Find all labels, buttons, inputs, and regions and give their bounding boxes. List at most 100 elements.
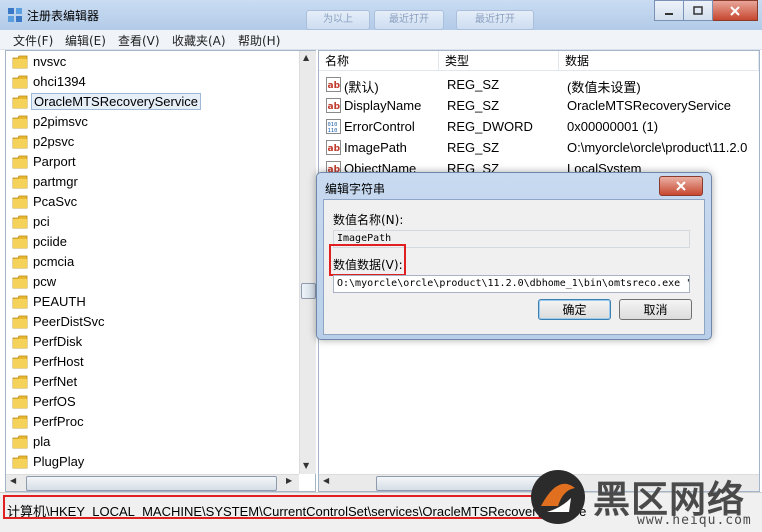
folder-icon: [12, 435, 28, 449]
tree-item-label: pla: [33, 434, 51, 449]
tree-item-label: nvsvc: [33, 54, 67, 69]
window-title: 注册表编辑器: [27, 9, 100, 23]
column-header-data[interactable]: 数据: [559, 51, 759, 71]
watermark: 黑区网络 www.heiqu.com: [525, 465, 762, 531]
watermark-logo-icon: [531, 470, 585, 524]
tree-item-label: p2psvc: [33, 134, 75, 149]
folder-icon: [12, 195, 28, 209]
tree-item[interactable]: pciide: [8, 232, 298, 252]
tree-item[interactable]: OracleMTSRecoveryService: [8, 92, 298, 112]
tree-item[interactable]: Parport: [8, 152, 298, 172]
value-data: OracleMTSRecoveryService: [567, 98, 731, 113]
tree-item[interactable]: pcmcia: [8, 252, 298, 272]
svg-text:ab: ab: [328, 81, 341, 91]
window-controls: [654, 0, 758, 21]
tree-item-label: Parport: [33, 154, 76, 169]
tree-item[interactable]: PerfProc: [8, 412, 298, 432]
tree-item[interactable]: partmgr: [8, 172, 298, 192]
tree-item[interactable]: PerfHost: [8, 352, 298, 372]
column-header-name[interactable]: 名称: [319, 51, 439, 71]
list-row[interactable]: 010 110 ErrorControl REG_DWORD 0x00000001 (1…: [319, 116, 759, 137]
value-name-label: 数值名称(N):: [333, 213, 404, 227]
value-data: (数值未设置): [567, 80, 641, 95]
scroll-left-icon[interactable]: ◀: [323, 476, 329, 485]
tree-hscroll-thumb[interactable]: [26, 476, 277, 491]
value-data: O:\myorcle\orcle\product\11.2.0: [567, 140, 748, 155]
folder-icon: [12, 455, 28, 469]
svg-text:110: 110: [328, 128, 338, 134]
ghost-button-3: 最近打开: [456, 10, 534, 30]
ok-button[interactable]: 确定: [538, 299, 611, 320]
maximize-icon: [693, 5, 703, 15]
close-button[interactable]: [713, 0, 758, 21]
value-data-input[interactable]: O:\myorcle\orcle\product\11.2.0\dbhome_1…: [333, 275, 690, 293]
folder-icon: [12, 295, 28, 309]
menu-edit[interactable]: 编辑(E): [65, 32, 106, 49]
menu-favorites[interactable]: 收藏夹(A): [172, 32, 226, 49]
scroll-up-icon[interactable]: ▲: [303, 53, 309, 62]
tree-item[interactable]: PerfNet: [8, 372, 298, 392]
registry-tree[interactable]: nvsvc ohci1394 OracleMTSRecoveryService p2p…: [5, 50, 316, 492]
string-value-icon: ab: [326, 140, 341, 155]
scroll-down-icon[interactable]: ▼: [303, 461, 309, 470]
ghost-button-1: 为以上: [306, 10, 370, 30]
tree-item-label: PEAUTH: [33, 294, 86, 309]
menu-help[interactable]: 帮助(H): [238, 32, 280, 49]
tree-item-label: PerfOS: [33, 394, 76, 409]
tree-item-label: pcmcia: [33, 254, 75, 269]
dialog-close-button[interactable]: [659, 176, 703, 196]
folder-icon: [12, 215, 28, 229]
tree-horizontal-scrollbar[interactable]: ◀ ▶: [6, 474, 299, 491]
list-row[interactable]: ab (默认) REG_SZ (数值未设置): [319, 74, 759, 95]
highlight-box-path: [3, 495, 566, 519]
tree-item-label: PerfDisk: [33, 334, 83, 349]
cancel-button[interactable]: 取消: [619, 299, 692, 320]
tree-item[interactable]: PEAUTH: [8, 292, 298, 312]
scroll-left-icon[interactable]: ◀: [10, 476, 16, 485]
tree-item[interactable]: nvsvc: [8, 52, 298, 72]
tree-scroll-thumb[interactable]: [301, 283, 316, 299]
value-name: (默认): [344, 80, 379, 95]
edit-string-dialog: 编辑字符串 数值名称(N): ImagePath 数值数据(V): O:\myo…: [316, 172, 712, 340]
menu-view[interactable]: 查看(V): [118, 32, 160, 49]
tree-item-label: PcaSvc: [33, 194, 78, 209]
column-header-type[interactable]: 类型: [439, 51, 559, 71]
string-value-icon: ab: [326, 98, 341, 113]
folder-icon: [12, 355, 28, 369]
list-row[interactable]: ab DisplayName REG_SZ OracleMTSRecoveryServ…: [319, 95, 759, 116]
scroll-right-icon[interactable]: ▶: [286, 476, 292, 485]
tree-item[interactable]: PerfOS: [8, 392, 298, 412]
tree-item-label: pciide: [33, 234, 67, 249]
tree-item[interactable]: pcw: [8, 272, 298, 292]
maximize-button[interactable]: [684, 0, 713, 21]
folder-icon: [12, 175, 28, 189]
list-row[interactable]: ab ImagePath REG_SZ O:\myorcle\orcle\produc…: [319, 137, 759, 158]
tree-item-label: PerfProc: [33, 414, 84, 429]
tree-item[interactable]: PcaSvc: [8, 192, 298, 212]
value-data: 0x00000001 (1): [567, 119, 659, 134]
tree-vertical-scrollbar[interactable]: ▲ ▼: [299, 51, 316, 474]
minimize-button[interactable]: [654, 0, 684, 21]
tree-item-label: PerfNet: [33, 374, 78, 389]
close-icon: [730, 5, 740, 16]
tree-item[interactable]: p2psvc: [8, 132, 298, 152]
minimize-icon: [665, 12, 673, 15]
tree-item[interactable]: PeerDistSvc: [8, 312, 298, 332]
string-value-icon: ab: [326, 77, 341, 92]
value-name: ImagePath: [344, 140, 407, 155]
folder-icon: [12, 375, 28, 389]
tree-item[interactable]: pla: [8, 432, 298, 452]
tree-item-label: OracleMTSRecoveryService: [31, 93, 201, 110]
tree-item-label: ohci1394: [33, 74, 86, 89]
folder-icon: [12, 75, 28, 89]
tree-item[interactable]: PerfDisk: [8, 332, 298, 352]
tree-item-label: partmgr: [33, 174, 78, 189]
folder-icon: [12, 55, 28, 69]
tree-item[interactable]: p2pimsvc: [8, 112, 298, 132]
tree-item[interactable]: pci: [8, 212, 298, 232]
folder-icon: [12, 415, 28, 429]
watermark-url: www.heiqu.com: [637, 513, 752, 528]
tree-item[interactable]: ohci1394: [8, 72, 298, 92]
menu-file[interactable]: 文件(F): [13, 32, 53, 49]
tree-item[interactable]: PlugPlay: [8, 452, 298, 472]
